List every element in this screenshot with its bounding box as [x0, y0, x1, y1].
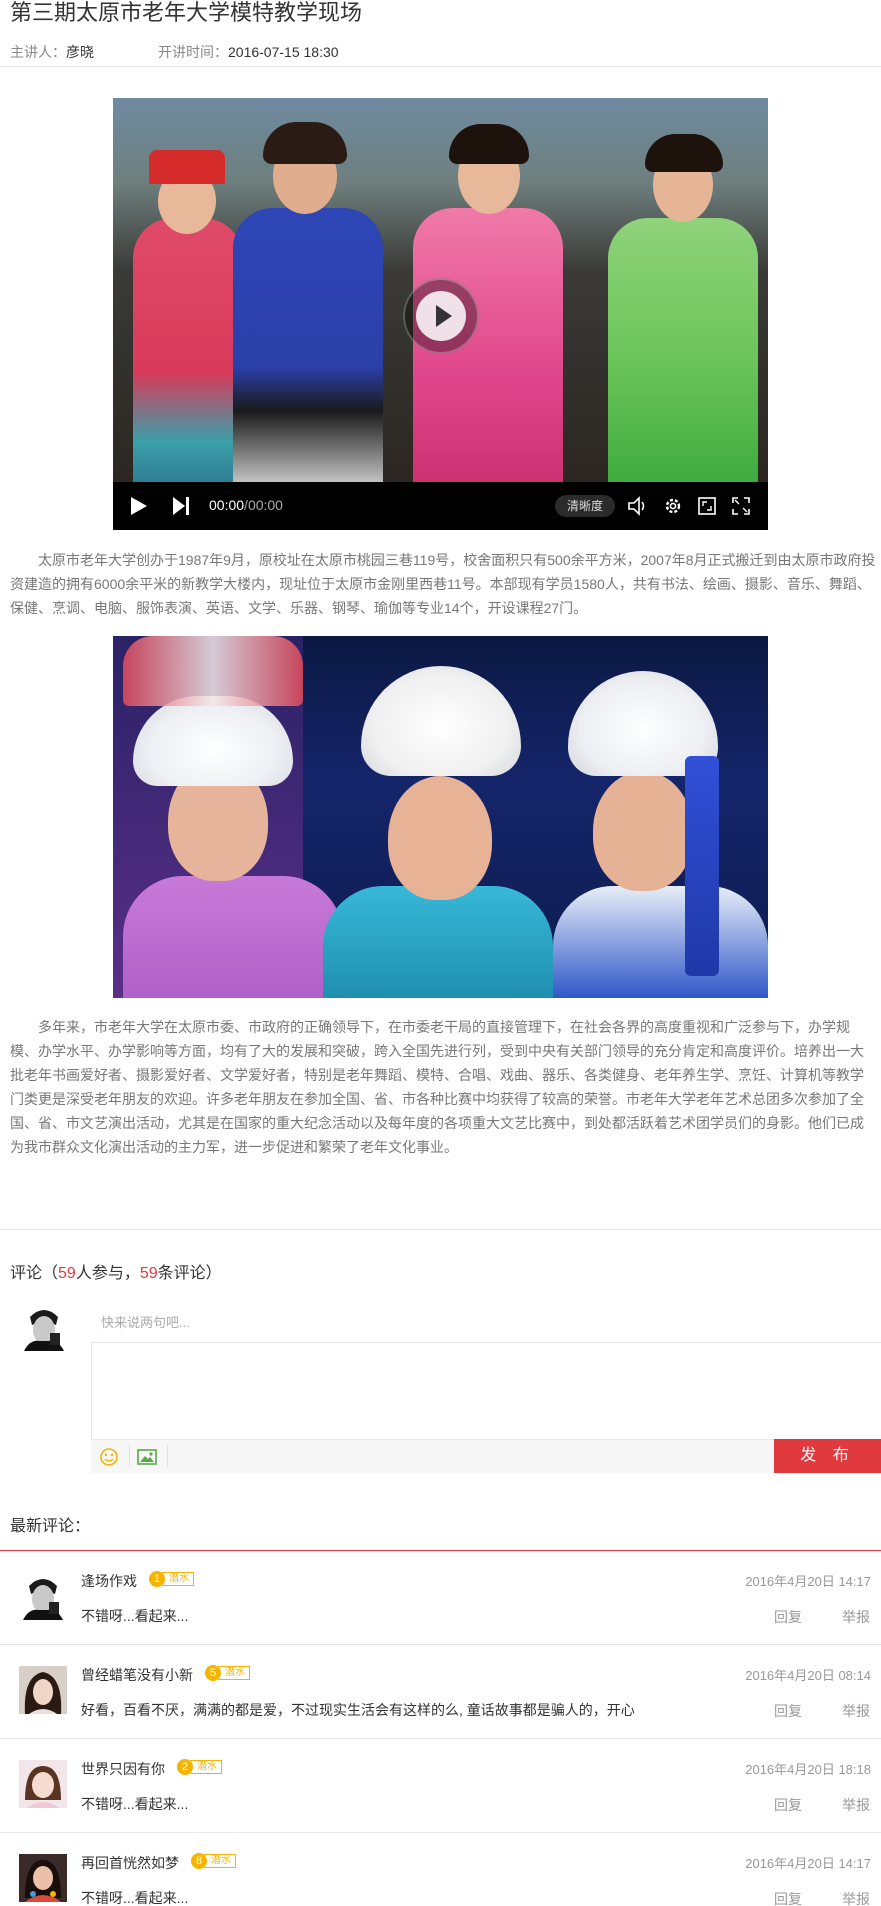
settings-button[interactable] — [660, 482, 686, 530]
level-badge: 8 潜水 — [191, 1853, 236, 1869]
report-link[interactable]: 举报 — [842, 1701, 870, 1721]
latest-comments-heading: 最新评论： — [10, 1518, 91, 1535]
comment-item: 再回首恍然如梦 8 潜水 2016年4月20日 14:17 不错呀...看起来..… — [0, 1833, 881, 1906]
report-link[interactable]: 举报 — [842, 1889, 870, 1906]
page-title: 第三期太原市老年大学模特教学现场 — [10, 0, 363, 25]
participants-count: 59 — [58, 1265, 76, 1282]
duration: 00:00 — [247, 497, 283, 513]
smiley-icon — [100, 1448, 118, 1466]
comment-username[interactable]: 曾经蜡笔没有小新 — [81, 1665, 193, 1685]
current-time: 00:00 — [209, 497, 245, 513]
avatar[interactable] — [19, 1572, 67, 1620]
comment-input-placeholder[interactable]: 快来说两句吧... — [101, 1312, 190, 1331]
next-icon — [173, 497, 189, 515]
next-button[interactable] — [169, 482, 193, 530]
post-button[interactable]: 发 布 — [774, 1439, 881, 1473]
avatar[interactable] — [19, 1666, 67, 1714]
comment-text: 不错呀...看起来... — [81, 1890, 189, 1906]
play-icon — [416, 291, 466, 341]
fullscreen-button[interactable] — [728, 482, 754, 530]
play-button[interactable] — [127, 482, 151, 530]
my-avatar — [20, 1303, 68, 1351]
avatar[interactable] — [19, 1854, 67, 1902]
lecture-time: 2016-07-15 18:30 — [228, 44, 339, 60]
comment-username[interactable]: 世界只因有你 — [81, 1759, 165, 1779]
comment-username[interactable]: 逢场作戏 — [81, 1571, 137, 1591]
fullscreen-icon — [732, 497, 750, 515]
image-icon — [137, 1449, 157, 1465]
comments-count: 评论（59人参与，59条评论） — [10, 1265, 222, 1282]
video-frame[interactable] — [113, 98, 768, 482]
window-mode-button[interactable] — [694, 482, 720, 530]
emoji-button[interactable] — [99, 1447, 119, 1467]
video-player[interactable]: 00:00/00:00 清晰度 — [113, 98, 768, 530]
report-link[interactable]: 举报 — [842, 1607, 870, 1627]
article-paragraph-1: 太原市老年大学创办于1987年9月，原校址在太原市桃园三巷119号，校舍面积只有… — [10, 552, 876, 616]
time-label: 开讲时间： — [158, 44, 228, 60]
article-photo — [113, 636, 768, 998]
volume-icon — [628, 496, 645, 516]
reply-link[interactable]: 回复 — [774, 1889, 802, 1906]
comment-text: 不错呀...看起来... — [81, 1796, 189, 1812]
play-icon — [131, 497, 147, 515]
image-upload-button[interactable] — [137, 1447, 157, 1467]
comment-text: 不错呀...看起来... — [81, 1608, 189, 1624]
comment-date: 2016年4月20日 08:14 — [745, 1668, 871, 1683]
comment-item: 世界只因有你 2 潜水 2016年4月20日 18:18 不错呀...看起来...… — [0, 1739, 881, 1833]
comment-date: 2016年4月20日 14:17 — [745, 1856, 871, 1871]
comment-item: 逢场作戏 1 潜水 2016年4月20日 14:17 不错呀...看起来... 回… — [0, 1551, 881, 1645]
settings-icon — [665, 498, 681, 514]
level-badge: 5 潜水 — [205, 1665, 250, 1681]
window-mode-icon — [698, 497, 716, 515]
comment-item: 曾经蜡笔没有小新 5 潜水 2016年4月20日 08:14 好看，百看不厌，满满… — [0, 1645, 881, 1739]
editor-toolbar — [91, 1439, 881, 1473]
comment-editor: 快来说两句吧... 发 布 — [91, 1300, 881, 1473]
section-divider — [0, 1229, 881, 1230]
reply-link[interactable]: 回复 — [774, 1795, 802, 1815]
header-divider — [0, 66, 881, 67]
volume-button[interactable] — [625, 482, 651, 530]
comment-username[interactable]: 再回首恍然如梦 — [81, 1853, 179, 1873]
level-badge: 1 潜水 — [149, 1571, 194, 1587]
report-link[interactable]: 举报 — [842, 1795, 870, 1815]
avatar[interactable] — [19, 1760, 67, 1808]
speaker-name: 彦晓 — [66, 44, 94, 60]
comment-text: 好看，百看不厌，满满的都是爱，不过现实生活会有这样的么, 童话故事都是骗人的，开… — [81, 1702, 635, 1718]
comment-count: 59 — [139, 1265, 158, 1282]
comment-date: 2016年4月20日 18:18 — [745, 1762, 871, 1777]
video-controls: 00:00/00:00 清晰度 — [113, 482, 768, 530]
lecture-meta: 主讲人：彦晓 开讲时间：2016-07-15 18:30 — [10, 42, 339, 62]
speaker-label: 主讲人： — [10, 44, 66, 60]
article-paragraph-2: 多年来，市老年大学在太原市委、市政府的正确领导下，在市委老干局的直接管理下，在社… — [10, 1019, 864, 1155]
big-play-button[interactable] — [403, 278, 479, 354]
time-display: 00:00/00:00 — [209, 497, 283, 513]
reply-link[interactable]: 回复 — [774, 1701, 802, 1721]
quality-button[interactable]: 清晰度 — [555, 495, 615, 517]
reply-link[interactable]: 回复 — [774, 1607, 802, 1627]
comment-date: 2016年4月20日 14:17 — [745, 1574, 871, 1589]
level-badge: 2 潜水 — [177, 1759, 222, 1775]
